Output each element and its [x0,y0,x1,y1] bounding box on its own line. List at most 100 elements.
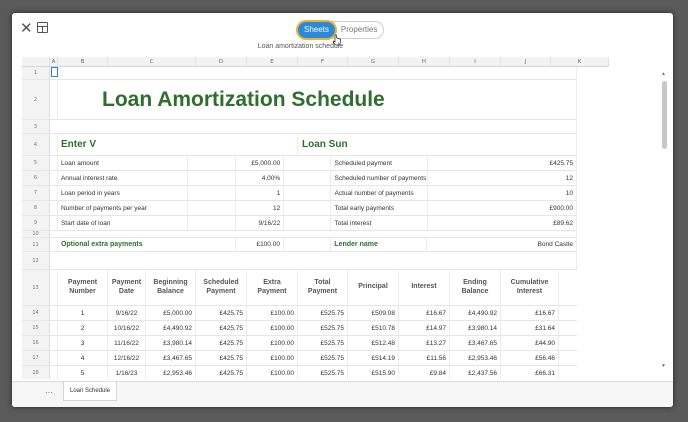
cell[interactable]: £4,490.92 [146,321,196,335]
column-header-c[interactable]: C [108,57,196,67]
column-header-k[interactable]: K [551,57,609,67]
cell[interactable] [284,238,332,251]
vertical-scrollbar[interactable]: ▲ ▼ [659,71,669,371]
cell[interactable] [50,366,58,379]
cell[interactable]: 12/16/22 [108,351,146,365]
cell[interactable] [50,67,577,79]
cell[interactable]: £2,953.46 [450,351,501,365]
cell[interactable]: £14.97 [399,321,450,335]
cell[interactable] [188,216,236,230]
cell[interactable]: £509.08 [348,306,399,320]
cell[interactable]: £31.64 [501,321,559,335]
row-number[interactable]: 3 [22,120,50,133]
row-number[interactable]: 5 [22,156,50,170]
cell[interactable]: Enter V [58,134,298,155]
cell[interactable]: £525.75 [298,306,348,320]
sheet-tab-loan-schedule[interactable]: Loan Schedule [63,382,118,401]
spreadsheet-icon[interactable] [37,22,48,33]
cell[interactable] [188,156,236,170]
cell[interactable]: £525.75 [298,366,348,379]
cell[interactable]: 4 [58,351,108,365]
input-value[interactable]: 1 [236,186,285,200]
tab-properties[interactable]: Properties [335,22,383,38]
cell[interactable] [50,252,577,269]
column-heading[interactable]: Total Payment [298,270,348,305]
cell[interactable] [50,201,58,215]
cell[interactable] [50,351,58,365]
selected-cell-a1[interactable] [51,67,58,77]
cell[interactable]: £11.56 [399,351,450,365]
cell[interactable]: 10/16/22 [108,321,146,335]
column-header-h[interactable]: H [399,57,450,67]
input-label[interactable]: Loan amount [58,156,188,170]
cell[interactable] [50,270,58,305]
column-header-e[interactable]: E [247,57,298,67]
row-number[interactable]: 15 [22,321,50,335]
input-label[interactable]: Number of payments per year [58,201,188,215]
lender-name-value[interactable]: Bond Castle [427,238,578,251]
row-number[interactable]: 2 [22,80,50,119]
cell[interactable]: £3,467.65 [450,336,501,350]
column-heading[interactable]: Scheduled Payment [196,270,247,305]
cell[interactable]: £425.75 [196,306,247,320]
column-heading[interactable]: Interest [399,270,450,305]
cell[interactable]: 1/16/23 [108,366,146,379]
input-value[interactable]: 4.00% [236,171,285,185]
input-value[interactable]: £5,000.00 [236,156,285,170]
cell[interactable] [50,336,58,350]
input-label[interactable]: Start date of loan [58,216,188,230]
cell[interactable]: £9.84 [399,366,450,379]
column-header-j[interactable]: J [501,57,551,67]
cell[interactable] [284,216,332,230]
cell[interactable]: 2 [58,321,108,335]
row-number[interactable]: 4 [22,134,50,155]
row-number[interactable]: 10 [22,231,50,237]
input-label[interactable]: Annual interest rate [58,171,188,185]
tab-sheets[interactable]: Sheets [298,22,335,38]
scroll-down-icon[interactable]: ▼ [661,363,666,369]
more-sheets-icon[interactable]: ··· [45,388,53,397]
cell[interactable]: Optional extra payments [58,238,236,251]
row-number[interactable]: 8 [22,201,50,215]
cell[interactable] [50,306,58,320]
cell[interactable]: £4,490.92 [450,306,501,320]
cell[interactable]: 9/16/22 [108,306,146,320]
row-number[interactable]: 9 [22,216,50,230]
cell[interactable] [50,134,58,155]
row-number[interactable]: 14 [22,306,50,320]
row-number[interactable]: 6 [22,171,50,185]
cell[interactable]: £3,980.14 [146,336,196,350]
column-header-a[interactable]: A [50,57,58,67]
cell[interactable]: £5,000.00 [146,306,196,320]
input-value[interactable]: 12 [236,201,285,215]
cell[interactable]: 11/16/22 [108,336,146,350]
cell[interactable]: £525.75 [298,336,348,350]
cell[interactable] [50,321,58,335]
cell[interactable] [50,238,58,251]
row-number[interactable]: 17 [22,351,50,365]
spreadsheet-grid[interactable]: A B C D E F G H I J K 1 2 Loan Amortizat… [22,57,667,379]
column-heading[interactable]: Payment Number [58,270,108,305]
cell[interactable]: £56.46 [501,351,559,365]
summary-value[interactable]: 12 [428,171,577,185]
cell[interactable]: £3,467.65 [146,351,196,365]
cell[interactable]: £66.31 [501,366,559,379]
cell[interactable] [50,186,58,200]
row-number[interactable]: 18 [22,366,50,379]
cell[interactable]: Lender name [331,238,428,251]
cell[interactable] [50,171,58,185]
cell[interactable]: £525.75 [298,351,348,365]
cell[interactable] [284,171,332,185]
row-number[interactable]: 12 [22,252,50,269]
column-header-d[interactable]: D [196,57,247,67]
cell[interactable]: £425.75 [196,351,247,365]
summary-value[interactable]: £425.75 [428,156,577,170]
cell[interactable]: £515.90 [348,366,399,379]
cell[interactable]: 5 [58,366,108,379]
extra-payments-value[interactable]: £100.00 [236,238,284,251]
cell[interactable]: £3,980.14 [450,321,501,335]
cell[interactable] [188,186,236,200]
row-number[interactable]: 11 [22,238,50,251]
cell[interactable]: £514.19 [348,351,399,365]
cell[interactable]: 3 [58,336,108,350]
